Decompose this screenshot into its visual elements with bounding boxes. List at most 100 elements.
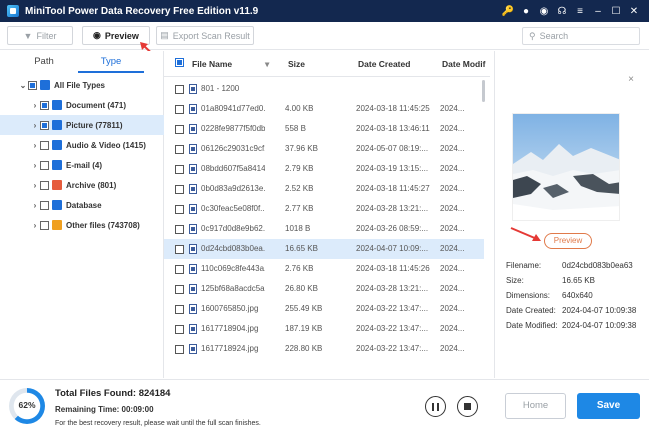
checkbox[interactable] (40, 140, 49, 150)
checkbox[interactable] (40, 200, 49, 210)
date-modified-cell: 2024... (440, 124, 465, 133)
row-checkbox[interactable] (175, 225, 184, 234)
column-header-file-name[interactable]: File Name (192, 59, 232, 69)
row-checkbox[interactable] (175, 105, 184, 114)
chevron-right-icon[interactable]: › (30, 161, 40, 170)
row-checkbox[interactable] (175, 145, 184, 154)
checkbox[interactable] (40, 220, 49, 230)
notification-bell-icon[interactable]: ● (517, 6, 535, 17)
media-icon[interactable]: ◉ (535, 6, 553, 17)
select-all-checkbox[interactable] (175, 58, 184, 67)
tab-type[interactable]: Type (78, 55, 144, 73)
sidebar-item[interactable]: › Document (471) (0, 95, 164, 115)
table-row[interactable]: 0c917d0d8e9b62... 1018 B 2024-03-26 08:59:… (164, 219, 484, 239)
file-size-cell: 4.00 KB (285, 104, 314, 113)
file-size-cell: 26.80 KB (285, 284, 318, 293)
file-size-cell: 228.80 KB (285, 344, 323, 353)
column-header-date-created[interactable]: Date Created (358, 59, 410, 69)
image-file-icon (189, 344, 197, 354)
column-header-size[interactable]: Size (288, 59, 305, 69)
stop-icon (464, 403, 471, 410)
export-scan-result-button[interactable]: ▤ Export Scan Result (156, 26, 254, 45)
table-row[interactable]: 1600765850.jpg 255.49 KB 2024-03-22 13:47:… (164, 299, 484, 319)
table-row[interactable]: 1617718924.jpg 228.80 KB 2024-03-22 13:47:… (164, 339, 484, 359)
row-checkbox[interactable] (175, 285, 184, 294)
row-checkbox[interactable] (175, 85, 184, 94)
table-row[interactable]: 110c069c8fe443a... 2.76 KB 2024-03-18 11:4… (164, 259, 484, 279)
file-size-cell: 16.65 KB (285, 244, 318, 253)
row-checkbox[interactable] (175, 205, 184, 214)
pause-button[interactable] (425, 396, 446, 417)
date-created-cell: 2024-03-28 13:21:... (356, 204, 429, 213)
sidebar-item[interactable]: › E-mail (4) (0, 155, 164, 175)
column-header-date-modified[interactable]: Date Modif (442, 59, 485, 69)
stop-button[interactable] (457, 396, 478, 417)
sidebar-item-label: Other files (743708) (66, 220, 140, 230)
headset-icon[interactable]: ☊ (553, 6, 571, 17)
file-list-scrollbar[interactable] (482, 80, 485, 102)
sort-icon[interactable]: ▾ (265, 59, 269, 70)
checkbox[interactable] (40, 160, 49, 170)
close-preview-icon[interactable]: × (628, 74, 634, 85)
table-row[interactable]: 0228fe9877f5f0db... 558 B 2024-03-18 13:46… (164, 119, 484, 139)
row-checkbox[interactable] (175, 345, 184, 354)
date-created-cell: 2024-03-19 13:15:... (356, 164, 429, 173)
table-row[interactable]: 0c30feac5e08f0f... 2.77 KB 2024-03-28 13:2… (164, 199, 484, 219)
checkbox[interactable] (28, 80, 37, 90)
table-row[interactable]: 0d24cbd083b0ea... 16.65 KB 2024-04-07 10:0… (164, 239, 484, 259)
file-type-icon (52, 120, 62, 130)
preview-label: Preview (104, 30, 139, 41)
maximize-icon[interactable]: ☐ (607, 6, 625, 17)
row-checkbox[interactable] (175, 265, 184, 274)
sidebar-item[interactable]: › Picture (77811) (0, 115, 164, 135)
table-row[interactable]: 801 - 1200 (164, 79, 484, 99)
app-logo-icon (7, 5, 19, 17)
save-button[interactable]: Save (577, 393, 640, 419)
property-key: Filename: (506, 261, 542, 270)
checkbox[interactable] (40, 180, 49, 190)
checkbox[interactable] (40, 100, 49, 110)
chevron-right-icon[interactable]: › (30, 121, 40, 130)
file-size-cell: 2.77 KB (285, 204, 314, 213)
tab-path[interactable]: Path (12, 55, 76, 73)
row-checkbox[interactable] (175, 245, 184, 254)
home-button[interactable]: Home (505, 393, 566, 419)
chevron-right-icon[interactable]: › (30, 201, 40, 210)
date-created-cell: 2024-03-22 13:47:... (356, 344, 429, 353)
chevron-right-icon[interactable]: › (30, 141, 40, 150)
table-row[interactable]: 1617718904.jpg 187.19 KB 2024-03-22 13:47:… (164, 319, 484, 339)
checkbox[interactable] (40, 120, 49, 130)
date-modified-cell: 2024... (440, 344, 465, 353)
row-checkbox[interactable] (175, 305, 184, 314)
row-checkbox[interactable] (175, 325, 184, 334)
sidebar-item[interactable]: › Other files (743708) (0, 215, 164, 235)
table-row[interactable]: 125bf68a8acdc5a... 26.80 KB 2024-03-28 13:… (164, 279, 484, 299)
filter-button[interactable]: ▼ Filter (7, 26, 73, 45)
row-checkbox[interactable] (175, 185, 184, 194)
table-row[interactable]: 01a80941d77ed0... 4.00 KB 2024-03-18 11:45… (164, 99, 484, 119)
chevron-right-icon[interactable]: › (30, 181, 40, 190)
file-type-icon (52, 200, 62, 210)
table-row[interactable]: 0b0d83a9d2613e... 2.52 KB 2024-03-18 11:45… (164, 179, 484, 199)
sidebar-item[interactable]: › Archive (801) (0, 175, 164, 195)
preview-panel: × Preview Filename: 0d24cbd083b0ea63 Size:… (494, 51, 649, 378)
sidebar-item[interactable]: › Database (0, 195, 164, 215)
search-input[interactable]: ⚲ Search (522, 27, 640, 45)
menu-icon[interactable]: ≡ (571, 6, 589, 17)
sidebar-item[interactable]: › Audio & Video (1415) (0, 135, 164, 155)
chevron-down-icon[interactable]: ⌄ (18, 81, 28, 90)
file-name-cell: 01a80941d77ed0... (201, 104, 265, 113)
chevron-right-icon[interactable]: › (30, 101, 40, 110)
preview-file-button[interactable]: Preview (544, 233, 592, 249)
chevron-right-icon[interactable]: › (30, 221, 40, 230)
minimize-icon[interactable]: – (589, 6, 607, 17)
key-icon[interactable]: 🔑 (499, 6, 517, 17)
file-type-icon (52, 180, 62, 190)
row-checkbox[interactable] (175, 165, 184, 174)
row-checkbox[interactable] (175, 125, 184, 134)
sidebar-item[interactable]: ⌄ All File Types (0, 75, 164, 95)
table-row[interactable]: 08bdd607f5a8414... 2.79 KB 2024-03-19 13:1… (164, 159, 484, 179)
close-icon[interactable]: ✕ (625, 6, 643, 17)
table-row[interactable]: 06126c29031c9cf... 37.96 KB 2024-05-07 08:… (164, 139, 484, 159)
sidebar-item-label: E-mail (4) (66, 160, 103, 170)
